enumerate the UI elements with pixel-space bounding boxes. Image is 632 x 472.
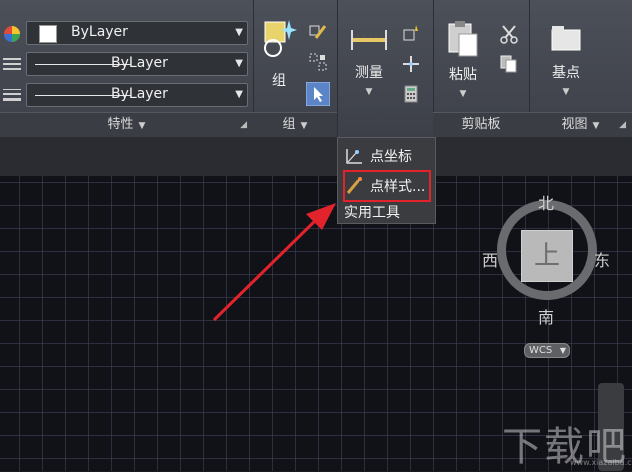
menu-item-label: 点坐标 xyxy=(370,149,412,165)
menu-item-label: 点样式... xyxy=(370,179,426,195)
chevron-down-icon: ▼ xyxy=(559,346,566,355)
wcs-label: WCS xyxy=(529,345,553,356)
compass-east[interactable]: 东 xyxy=(594,247,610,271)
viewcube-top-face[interactable]: 上 xyxy=(521,230,573,282)
watermark: 下载吧 www.xiazaiba.com xyxy=(502,414,632,470)
compass-west[interactable]: 西 xyxy=(482,247,498,271)
compass-north[interactable]: 北 xyxy=(538,190,554,214)
utilities-dropdown-menu: 点坐标 点样式... 实用工具 xyxy=(337,137,436,224)
point-style-icon xyxy=(346,177,362,194)
wcs-menu[interactable]: WCS ▼ xyxy=(524,343,570,358)
utilities-footer-label: 实用工具 xyxy=(344,205,400,221)
compass-south[interactable]: 南 xyxy=(538,304,554,328)
watermark-sub: www.xiazaiba.com xyxy=(570,458,632,467)
point-coordinate-icon xyxy=(346,149,362,164)
